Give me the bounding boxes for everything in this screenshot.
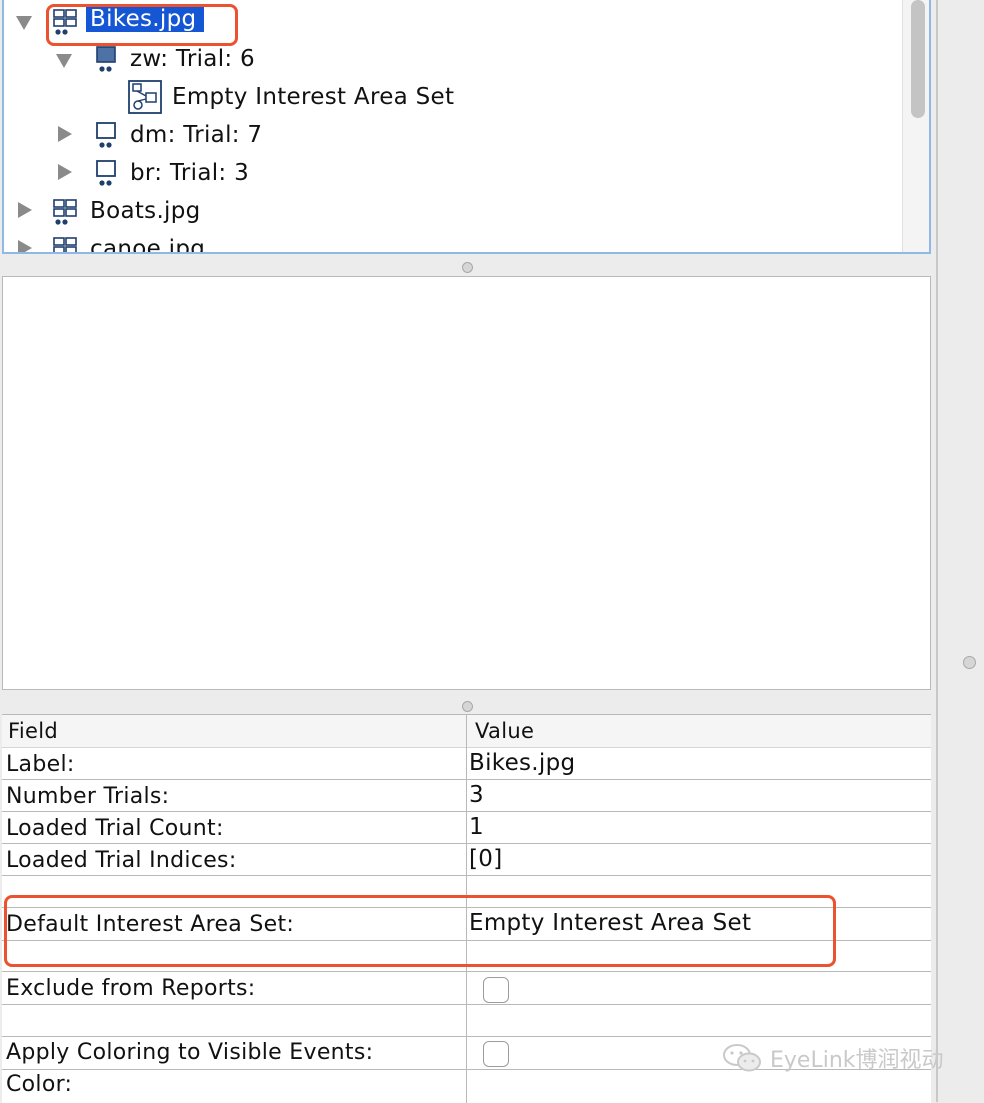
trial-icon: [96, 160, 116, 186]
panel-divider: [936, 0, 938, 1102]
highlight-box: [4, 895, 836, 967]
tree-node-label[interactable]: canoe.jpg: [90, 236, 205, 252]
trial-icon: [96, 46, 116, 72]
preview-panel: [2, 276, 931, 690]
splitter-handle[interactable]: [462, 701, 473, 712]
expand-arrow-icon[interactable]: [58, 164, 72, 180]
interest-area-set-icon: [128, 80, 162, 114]
tree-scrollbar[interactable]: [902, 0, 929, 252]
tree-node-label[interactable]: zw: Trial: 6: [130, 46, 255, 72]
tree-node-label[interactable]: dm: Trial: 7: [130, 122, 262, 148]
column-header-field[interactable]: Field: [2, 715, 466, 748]
collapse-arrow-icon[interactable]: [56, 54, 72, 68]
apply-coloring-checkbox[interactable]: [483, 1041, 509, 1067]
wechat-logo-icon: [723, 1044, 761, 1072]
tree-node-label[interactable]: Boats.jpg: [90, 198, 201, 224]
collapse-arrow-icon[interactable]: [16, 16, 32, 30]
expand-arrow-icon[interactable]: [18, 240, 32, 252]
expand-arrow-icon[interactable]: [18, 202, 32, 218]
tree-node-label[interactable]: br: Trial: 3: [130, 160, 249, 186]
expand-arrow-icon[interactable]: [58, 126, 72, 142]
image-source-icon: [53, 237, 77, 252]
dataset-tree-panel[interactable]: Bikes.jpg zw: Trial: 6 Empty Interest Ar…: [2, 0, 931, 254]
highlight-box: [46, 4, 238, 46]
scrollbar-thumb[interactable]: [911, 0, 925, 118]
tree-node-label[interactable]: Empty Interest Area Set: [172, 84, 454, 110]
trial-icon: [96, 122, 116, 148]
splitter-handle[interactable]: [462, 262, 473, 273]
watermark: EyeLink博润视动: [722, 1040, 944, 1076]
image-source-icon: [53, 199, 77, 225]
exclude-from-reports-checkbox[interactable]: [483, 977, 509, 1003]
column-header-value[interactable]: Value: [467, 715, 931, 748]
side-splitter-handle[interactable]: [963, 656, 976, 669]
